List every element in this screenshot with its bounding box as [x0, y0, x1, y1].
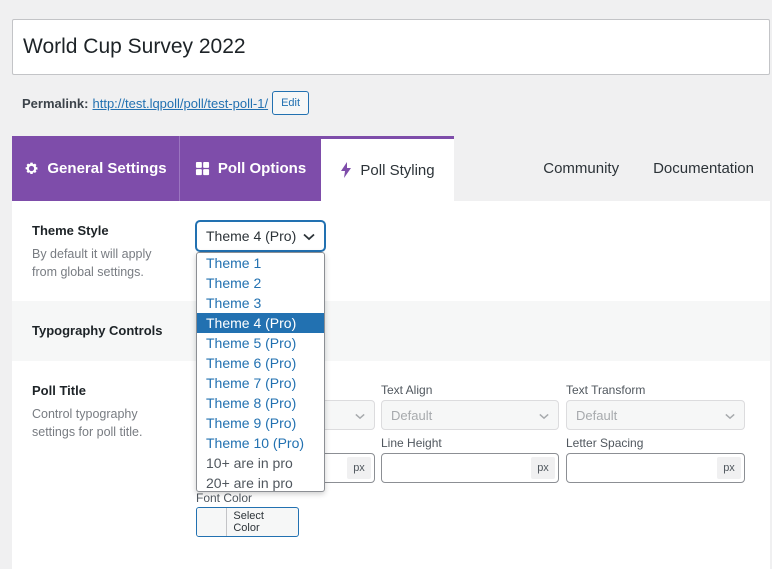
poll-title-desc-1: Control typography: [32, 407, 138, 421]
tab-poll-styling[interactable]: Poll Styling: [321, 136, 454, 201]
chevron-down-icon: [355, 408, 365, 423]
tab-documentation[interactable]: Documentation: [653, 160, 754, 177]
tab-general-settings[interactable]: General Settings: [12, 136, 180, 201]
select-color-label: Select Color: [233, 510, 264, 534]
text-align-label: Text Align: [381, 383, 433, 397]
theme-option[interactable]: Theme 2: [197, 273, 324, 293]
line-height-unit: px: [531, 457, 555, 479]
gear-icon: [24, 161, 39, 176]
theme-option-selected[interactable]: Theme 4 (Pro): [197, 313, 324, 333]
theme-style-desc-1: By default it will apply: [32, 247, 152, 261]
text-transform-value: Default: [576, 407, 618, 423]
grid-icon: [195, 161, 210, 176]
letter-spacing-input[interactable]: px: [566, 453, 745, 483]
text-transform-select[interactable]: Default: [566, 400, 745, 430]
theme-option[interactable]: Theme 1: [197, 253, 324, 273]
theme-style-selected: Theme 4 (Pro): [206, 228, 297, 244]
lightning-icon: [340, 162, 352, 178]
color-swatch: [197, 508, 228, 536]
theme-option[interactable]: Theme 6 (Pro): [197, 353, 324, 373]
theme-option[interactable]: Theme 7 (Pro): [197, 373, 324, 393]
theme-style-label: Theme Style: [32, 223, 109, 238]
theme-option[interactable]: Theme 9 (Pro): [197, 413, 324, 433]
theme-option[interactable]: Theme 10 (Pro): [197, 433, 324, 453]
font-color-picker[interactable]: Select Color: [196, 507, 299, 537]
chevron-down-icon: [303, 228, 315, 244]
tab-poll-options[interactable]: Poll Options: [180, 136, 321, 201]
poll-title-label: Poll Title: [32, 383, 86, 398]
tab-options-label: Poll Options: [217, 160, 307, 177]
tab-styling-label: Poll Styling: [360, 161, 435, 179]
letter-spacing-unit: px: [717, 457, 741, 479]
theme-option[interactable]: Theme 5 (Pro): [197, 333, 324, 353]
text-align-select[interactable]: Default: [381, 400, 559, 430]
theme-style-select[interactable]: Theme 4 (Pro): [196, 221, 325, 251]
poll-title-text: World Cup Survey 2022: [23, 35, 246, 58]
text-align-value: Default: [391, 407, 433, 423]
permalink-link[interactable]: http://test.lqpoll/poll/test-poll-1/: [92, 96, 268, 111]
line-height-input[interactable]: px: [381, 453, 559, 483]
poll-title-desc-2: settings for poll title.: [32, 425, 143, 439]
theme-style-desc-2: from global settings.: [32, 265, 144, 279]
chevron-down-icon: [725, 408, 735, 423]
edit-permalink-button[interactable]: Edit: [272, 91, 310, 115]
theme-style-dropdown: Theme 1 Theme 2 Theme 3 Theme 4 (Pro) Th…: [196, 252, 325, 492]
poll-title-input[interactable]: World Cup Survey 2022: [12, 19, 770, 75]
styling-panel: Theme Style By default it will apply fro…: [12, 201, 770, 569]
theme-option[interactable]: 10+ are in pro: [197, 453, 324, 473]
typography-heading: Typography Controls: [32, 323, 163, 338]
tab-community[interactable]: Community: [543, 160, 619, 177]
tab-general-label: General Settings: [47, 160, 167, 177]
typography-band: Typography Controls: [12, 301, 770, 361]
permalink-label: Permalink:: [22, 95, 89, 111]
tab-links: Community Documentation: [454, 136, 770, 201]
settings-tabs: General Settings Poll Options Poll Styli…: [12, 136, 770, 201]
font-color-label: Font Color: [196, 491, 253, 505]
line-height-label: Line Height: [381, 436, 442, 450]
permalink-bar: Permalink: http://test.lqpoll/poll/test-…: [22, 91, 310, 115]
theme-option[interactable]: Theme 8 (Pro): [197, 393, 324, 413]
text-transform-label: Text Transform: [566, 383, 646, 397]
theme-option[interactable]: Theme 3: [197, 293, 324, 313]
chevron-down-icon: [539, 408, 549, 423]
theme-option[interactable]: 20+ are in pro: [197, 473, 324, 491]
font-size-unit: px: [347, 457, 371, 479]
letter-spacing-label: Letter Spacing: [566, 436, 644, 450]
